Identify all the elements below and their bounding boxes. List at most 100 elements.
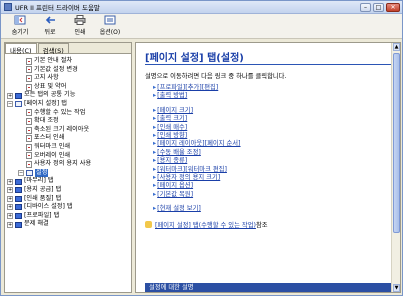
maximize-button[interactable]: □ bbox=[373, 2, 384, 12]
expand-toggle-icon[interactable]: + bbox=[7, 187, 13, 194]
scroll-thumb[interactable] bbox=[393, 53, 400, 233]
tree-item[interactable]: + [디바이스 설정] 탭 bbox=[7, 203, 129, 212]
scroll-up-arrow-icon[interactable]: ▲ bbox=[393, 43, 400, 51]
hide-button[interactable]: 숨기기 bbox=[5, 14, 35, 38]
tree-item[interactable]: + [프로파일] 탭 bbox=[7, 212, 129, 221]
closed-book-icon bbox=[15, 92, 22, 99]
expand-toggle-icon[interactable]: − bbox=[7, 101, 13, 108]
tree-item-label: 오버레이 인쇄 bbox=[34, 151, 71, 159]
page-icon bbox=[26, 143, 32, 151]
topic-link[interactable]: [워터마크][워터마크 편집] bbox=[153, 166, 393, 174]
back-button[interactable]: 뒤로 bbox=[35, 14, 65, 38]
expand-toggle-icon[interactable]: + bbox=[7, 212, 13, 219]
toolbar: 숨기기 뒤로 인쇄 옵션(O) bbox=[1, 14, 402, 39]
tree-item-label: [페이지 설정] 탭 bbox=[24, 99, 67, 107]
hide-icon bbox=[14, 15, 26, 25]
page-icon bbox=[26, 152, 32, 160]
tree-item[interactable]: + [인쇄 품질] 탭 bbox=[7, 195, 129, 204]
closed-book-icon bbox=[15, 204, 22, 211]
tree-item-label: 확대 조정 bbox=[34, 117, 59, 125]
page-icon bbox=[26, 117, 32, 125]
tree-item-label: [마무리] 탭 bbox=[24, 177, 54, 185]
topic-link[interactable]: [페이지 크기] bbox=[153, 107, 393, 115]
expand-toggle-icon[interactable]: + bbox=[7, 204, 13, 211]
print-button[interactable]: 인쇄 bbox=[65, 14, 95, 38]
page-icon bbox=[26, 74, 32, 82]
tree-item[interactable]: 고지 사항 bbox=[7, 74, 129, 83]
vertical-scrollbar[interactable]: ▲ ▼ bbox=[391, 43, 400, 292]
expand-toggle-icon[interactable]: + bbox=[7, 221, 13, 228]
see-also-link[interactable]: [페이지 설정] 탭(수행할 수 있는 작업) bbox=[155, 220, 256, 229]
tree-item[interactable]: + 문제 해결 bbox=[7, 220, 129, 229]
navigation-pane: 내용(C) 검색(S) 기본 안내 절차 기본값 설정 변경 고지 사항 상표 및 약… bbox=[4, 42, 132, 293]
tree-item-label: 워터마크 인쇄 bbox=[34, 142, 71, 150]
scroll-down-arrow-icon[interactable]: ▼ bbox=[393, 284, 400, 292]
hide-label: 숨기기 bbox=[11, 29, 29, 36]
tree-item[interactable]: + [용지 공급] 탭 bbox=[7, 186, 129, 195]
tree-item-label: 사용자 정의 용지 사용 bbox=[34, 160, 92, 168]
tree-item[interactable]: 워터마크 인쇄 bbox=[7, 143, 129, 152]
topic-link[interactable]: [인쇄 매수] bbox=[153, 124, 393, 132]
tree-item[interactable]: − [페이지 설정] 탭 bbox=[7, 100, 129, 109]
tree-item-label: 모든 탭의 공통 기능 bbox=[24, 91, 76, 99]
tree-item-label: 포스터 인쇄 bbox=[34, 134, 65, 142]
page-icon bbox=[26, 57, 32, 65]
tree-item[interactable]: + [마무리] 탭 bbox=[7, 177, 129, 186]
page-icon bbox=[26, 109, 32, 117]
tab-contents[interactable]: 내용(C) bbox=[5, 43, 37, 55]
minimize-button[interactable]: – bbox=[360, 2, 371, 12]
tab-search[interactable]: 검색(S) bbox=[37, 43, 69, 55]
topic-link[interactable]: [기본값 복원] bbox=[153, 191, 393, 199]
title-bar: UFR II 프린터 드라이버 도움말 – □ ✕ bbox=[1, 1, 402, 14]
tree-item[interactable]: 수행할 수 있는 작업 bbox=[7, 109, 129, 118]
expand-toggle-icon[interactable]: + bbox=[7, 92, 13, 99]
tree-item-label: 고지 사항 bbox=[34, 74, 59, 82]
expand-toggle-icon[interactable]: + bbox=[7, 195, 13, 202]
link-group-settings: [페이지 크기][출력 크기][인쇄 매수][인쇄 방향][페이지 레이아웃][… bbox=[145, 107, 393, 199]
tree-item[interactable]: 사용자 정의 용지 사용 bbox=[7, 160, 129, 169]
see-also-suffix: 참조 bbox=[255, 221, 268, 229]
tree-item[interactable]: 확대 조정 bbox=[7, 117, 129, 126]
print-icon bbox=[74, 15, 86, 25]
expand-toggle-icon[interactable]: − bbox=[18, 170, 24, 177]
topic-link[interactable]: [프로파일][추가][편집] bbox=[153, 84, 393, 92]
tree-item[interactable]: 축소된 크기 레이아웃 bbox=[7, 126, 129, 135]
topic-link[interactable]: [페이지 레이아웃][페이지 순서] bbox=[153, 140, 393, 148]
tree-item-label: 수행할 수 있는 작업 bbox=[34, 108, 86, 116]
tree-item-label: [용지 공급] 탭 bbox=[24, 185, 62, 193]
topic-link[interactable]: [현재 설정 보기] bbox=[153, 205, 393, 213]
back-label: 뒤로 bbox=[44, 29, 56, 36]
expand-toggle-icon[interactable]: + bbox=[7, 178, 13, 185]
closed-book-icon bbox=[15, 178, 22, 185]
topic-link[interactable]: [출력 방법] bbox=[153, 92, 393, 100]
link-group-profile: [프로파일][추가][편집][출력 방법] bbox=[145, 84, 393, 101]
options-button[interactable]: 옵션(O) bbox=[95, 14, 125, 38]
tree-item[interactable]: 포스터 인쇄 bbox=[7, 134, 129, 143]
tree-item[interactable]: 기본값 설정 변경 bbox=[7, 66, 129, 75]
topic-heading: [페이지 설정] 탭(설정) bbox=[145, 53, 244, 64]
topic-link[interactable]: [페이지 옵션] bbox=[153, 182, 393, 190]
closed-book-icon bbox=[15, 212, 22, 219]
open-book-icon bbox=[26, 170, 33, 177]
options-icon bbox=[104, 15, 116, 25]
tree-item[interactable]: 오버레이 인쇄 bbox=[7, 152, 129, 161]
tree-item[interactable]: + 모든 탭의 공통 기능 bbox=[7, 91, 129, 100]
closed-book-icon bbox=[15, 195, 22, 202]
topic-link[interactable]: [출력 크기] bbox=[153, 115, 393, 123]
topic-pane: [페이지 설정] 탭(설정) 설명으로 이동하려면 다음 링크 중 하나를 클릭… bbox=[135, 42, 401, 293]
close-button[interactable]: ✕ bbox=[386, 2, 400, 12]
topic-link[interactable]: [용지 종류] bbox=[153, 157, 393, 165]
tree-item-label: 기본값 설정 변경 bbox=[34, 65, 78, 73]
tree-item[interactable]: 기본 안내 절차 bbox=[7, 57, 129, 66]
tree-item-label: [디바이스 설정] 탭 bbox=[24, 203, 73, 211]
tree-item-label: [프로파일] 탭 bbox=[24, 211, 60, 219]
topic-link[interactable]: [수동 배율 조정] bbox=[153, 149, 393, 157]
